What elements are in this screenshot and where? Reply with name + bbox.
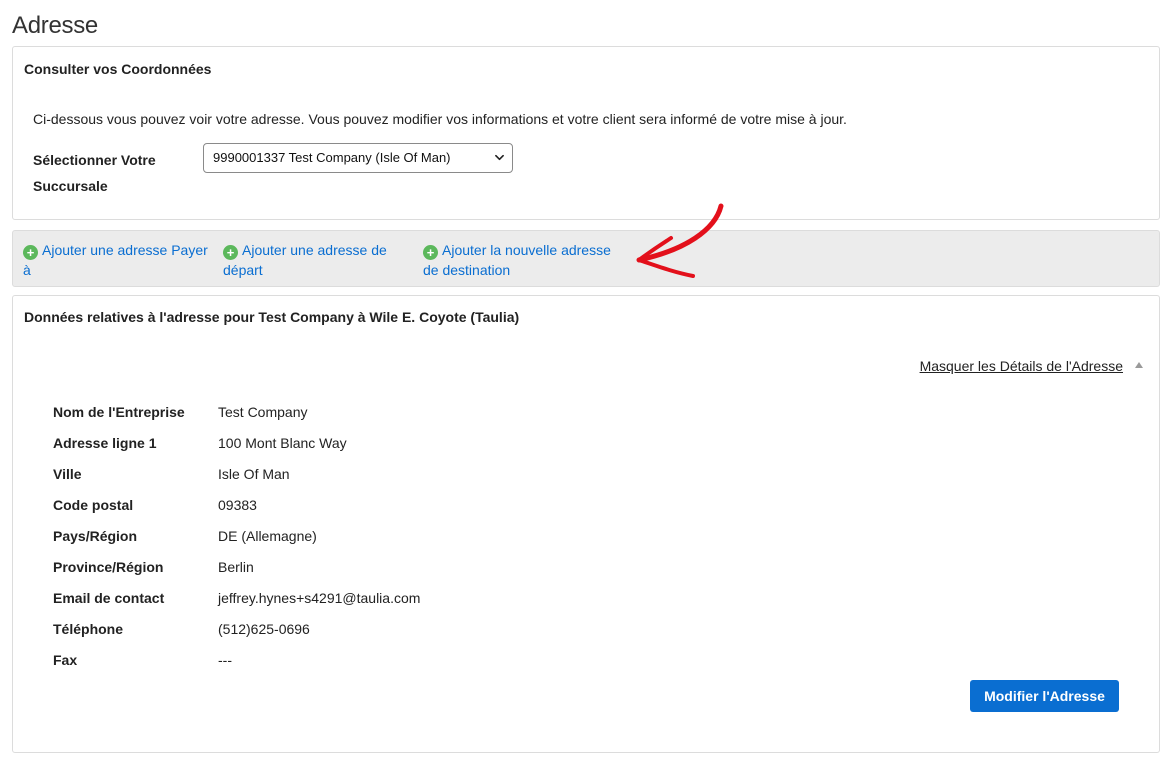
detail-label: Ville xyxy=(53,466,82,482)
annotation-arrow-icon xyxy=(636,203,724,278)
detail-value: (512)625-0696 xyxy=(218,621,310,637)
detail-label: Pays/Région xyxy=(53,528,138,544)
detail-label: Adresse ligne 1 xyxy=(53,435,157,451)
detail-label: Nom de l'Entreprise xyxy=(53,404,185,420)
contact-panel-intro: Ci-dessous vous pouvez voir votre adress… xyxy=(33,111,847,127)
branch-select-value: 9990001337 Test Company (Isle Of Man) xyxy=(213,150,451,165)
plus-circle-icon: + xyxy=(223,245,238,260)
add-ship-from-address-link[interactable]: + Ajouter une adresse de départ xyxy=(223,240,413,280)
detail-label: Téléphone xyxy=(53,621,124,637)
address-action-bar: + Ajouter une adresse Payer à + Ajouter un… xyxy=(12,230,1160,287)
detail-label: Code postal xyxy=(53,497,134,513)
detail-label: Province/Région xyxy=(53,559,164,575)
edit-address-button[interactable]: Modifier l'Adresse xyxy=(970,680,1119,712)
detail-value: Test Company xyxy=(218,404,308,420)
add-pay-to-address-link[interactable]: + Ajouter une adresse Payer à xyxy=(23,240,213,280)
detail-value: DE (Allemagne) xyxy=(218,528,317,544)
address-panel-title: Données relatives à l'adresse pour Test … xyxy=(24,309,520,325)
plus-circle-icon: + xyxy=(23,245,38,260)
address-data-panel: Données relatives à l'adresse pour Test … xyxy=(12,295,1160,753)
caret-up-icon[interactable] xyxy=(1135,362,1143,368)
detail-value: Isle Of Man xyxy=(218,466,290,482)
detail-value: jeffrey.hynes+s4291@taulia.com xyxy=(218,590,421,606)
detail-value: Berlin xyxy=(218,559,254,575)
add-destination-address-link[interactable]: + Ajouter la nouvelle adresse de destinat… xyxy=(423,240,613,280)
plus-circle-icon: + xyxy=(423,245,438,260)
detail-value: 100 Mont Blanc Way xyxy=(218,435,347,451)
page-title: Adresse xyxy=(12,12,98,39)
detail-label: Fax xyxy=(53,652,78,668)
detail-label: Email de contact xyxy=(53,590,165,606)
detail-value: --- xyxy=(218,652,232,668)
contact-details-panel: Consulter vos Coordonnées Ci-dessous vou… xyxy=(12,46,1160,220)
branch-select-label: Sélectionner Votre Succursale xyxy=(33,152,156,194)
contact-panel-title: Consulter vos Coordonnées xyxy=(24,61,212,77)
branch-select[interactable]: 9990001337 Test Company (Isle Of Man) xyxy=(203,143,513,173)
hide-address-details-link[interactable]: Masquer les Détails de l'Adresse xyxy=(920,358,1123,374)
chevron-down-icon xyxy=(495,154,504,161)
detail-value: 09383 xyxy=(218,497,257,513)
